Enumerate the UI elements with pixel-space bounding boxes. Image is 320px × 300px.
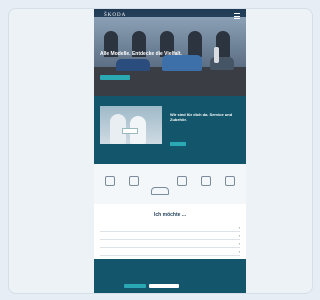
service-promo-section: Wir sind für dich da. Service und Zubehö… (94, 96, 246, 164)
i-want-to-section: Ich möchte ... › › › › (94, 204, 246, 259)
accordion-row[interactable]: › (100, 249, 240, 256)
cookie-text (100, 267, 240, 280)
dealer-icon (177, 176, 187, 186)
calculator-icon (105, 176, 115, 186)
cookie-accept-button[interactable] (124, 284, 146, 288)
chevron-down-icon: › (238, 249, 240, 254)
street (94, 67, 246, 96)
promo-photo (100, 106, 162, 144)
preview-card: ŠKODA Alle Modelle. Entdecke die Vielfal… (8, 8, 313, 294)
hero-banner: ŠKODA Alle Modelle. Entdecke die Vielfal… (94, 9, 246, 96)
quick-link[interactable] (220, 176, 240, 188)
person-figure (214, 47, 219, 63)
quick-link[interactable] (196, 176, 216, 188)
license-plate (122, 128, 138, 134)
website-preview: ŠKODA Alle Modelle. Entdecke die Vielfal… (94, 9, 246, 293)
quick-links (94, 164, 246, 204)
chevron-down-icon: › (238, 233, 240, 238)
hero-subtitle (100, 60, 170, 63)
quick-link[interactable] (124, 176, 144, 188)
brochure-icon (129, 176, 139, 186)
cookie-banner (94, 259, 246, 293)
promo-text (170, 124, 236, 136)
accordion-row[interactable]: › (100, 225, 240, 232)
brand-logo[interactable]: ŠKODA (104, 13, 126, 18)
accordion-row[interactable]: › (100, 233, 240, 240)
section-title: Ich möchte ... (154, 212, 186, 218)
quick-link[interactable] (100, 176, 120, 188)
cookie-reject-link[interactable] (182, 284, 208, 288)
building-arch (188, 31, 202, 57)
quick-link[interactable] (172, 176, 192, 188)
chevron-down-icon: › (238, 241, 240, 246)
menu-icon[interactable] (234, 13, 240, 19)
accordion-row[interactable]: › (100, 241, 240, 248)
car-icon[interactable] (151, 187, 169, 195)
hero-cta-button[interactable] (100, 75, 130, 80)
cookie-settings-button[interactable] (149, 284, 179, 288)
wrench-icon (201, 176, 211, 186)
car-image (162, 55, 202, 71)
promo-cta-button[interactable] (170, 142, 186, 146)
chevron-down-icon: › (238, 225, 240, 230)
promo-title: Wir sind für dich da. Service und Zubehö… (170, 112, 233, 122)
hero-title: Alle Modelle. Entdecke die Vielfalt. (100, 51, 182, 57)
steering-icon (225, 176, 235, 186)
